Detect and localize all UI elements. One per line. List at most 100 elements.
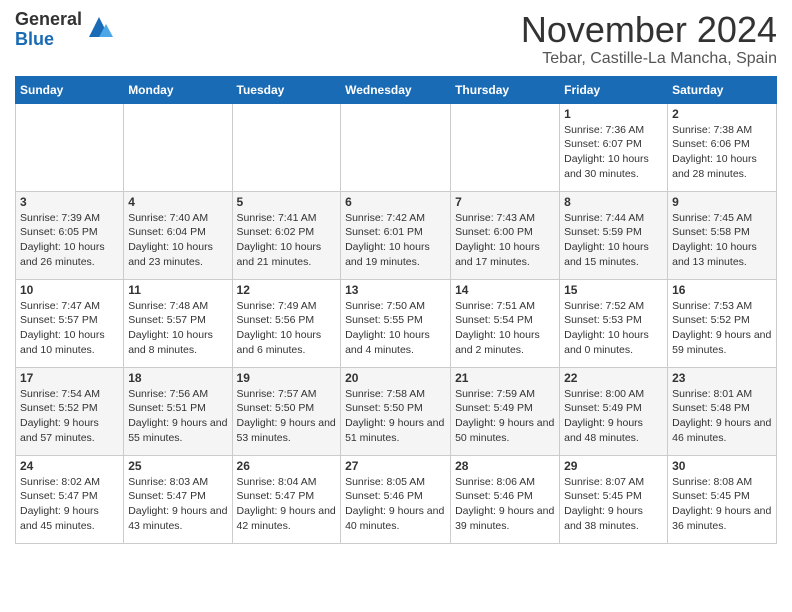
day-number: 15 (564, 283, 663, 297)
day-info: Sunrise: 8:00 AMSunset: 5:49 PMDaylight:… (564, 387, 663, 446)
calendar-cell: 25Sunrise: 8:03 AMSunset: 5:47 PMDayligh… (124, 455, 232, 543)
calendar-cell: 24Sunrise: 8:02 AMSunset: 5:47 PMDayligh… (16, 455, 124, 543)
day-number: 25 (128, 459, 227, 473)
day-info: Sunrise: 7:58 AMSunset: 5:50 PMDaylight:… (345, 387, 446, 446)
day-number: 8 (564, 195, 663, 209)
title-area: November 2024 Tebar, Castille-La Mancha,… (521, 10, 777, 68)
day-number: 27 (345, 459, 446, 473)
calendar-cell (341, 103, 451, 191)
calendar-table: SundayMondayTuesdayWednesdayThursdayFrid… (15, 76, 777, 544)
day-number: 9 (672, 195, 772, 209)
day-info: Sunrise: 8:01 AMSunset: 5:48 PMDaylight:… (672, 387, 772, 446)
calendar-cell: 19 Sunrise: 7:57 AMSunset: 5:50 PMDayligh… (232, 367, 341, 455)
day-info: Sunrise: 7:57 AMSunset: 5:50 PMDaylight:… (237, 387, 337, 446)
day-info: Sunrise: 7:51 AMSunset: 5:54 PMDaylight:… (455, 299, 555, 358)
calendar-cell: 17Sunrise: 7:54 AMSunset: 5:52 PMDayligh… (16, 367, 124, 455)
calendar-cell: 18 Sunrise: 7:56 AMSunset: 5:51 PMDayligh… (124, 367, 232, 455)
day-info: Sunrise: 7:48 AMSunset: 5:57 PMDaylight:… (128, 299, 227, 358)
day-number: 26 (237, 459, 337, 473)
weekday-header-friday: Friday (560, 76, 668, 103)
day-info: Sunrise: 7:39 AMSunset: 6:05 PMDaylight:… (20, 211, 119, 270)
calendar-cell: 13 Sunrise: 7:50 AMSunset: 5:55 PMDayligh… (341, 279, 451, 367)
day-info: Sunrise: 7:50 AMSunset: 5:55 PMDaylight:… (345, 299, 446, 358)
week-row-1: 3 Sunrise: 7:39 AMSunset: 6:05 PMDaylight… (16, 191, 777, 279)
calendar-cell (232, 103, 341, 191)
calendar-cell: 3 Sunrise: 7:39 AMSunset: 6:05 PMDaylight… (16, 191, 124, 279)
calendar-cell: 27 Sunrise: 8:05 AMSunset: 5:46 PMDayligh… (341, 455, 451, 543)
day-number: 29 (564, 459, 663, 473)
day-info: Sunrise: 8:04 AMSunset: 5:47 PMDaylight:… (237, 475, 337, 534)
calendar-cell: 15 Sunrise: 7:52 AMSunset: 5:53 PMDayligh… (560, 279, 668, 367)
calendar-cell: 7 Sunrise: 7:43 AMSunset: 6:00 PMDaylight… (451, 191, 560, 279)
week-row-2: 10 Sunrise: 7:47 AMSunset: 5:57 PMDayligh… (16, 279, 777, 367)
day-info: Sunrise: 7:54 AMSunset: 5:52 PMDaylight:… (20, 387, 119, 446)
day-number: 4 (128, 195, 227, 209)
calendar-cell (124, 103, 232, 191)
calendar-cell: 12Sunrise: 7:49 AMSunset: 5:56 PMDayligh… (232, 279, 341, 367)
calendar-cell: 21 Sunrise: 7:59 AMSunset: 5:49 PMDayligh… (451, 367, 560, 455)
day-info: Sunrise: 7:59 AMSunset: 5:49 PMDaylight:… (455, 387, 555, 446)
day-number: 23 (672, 371, 772, 385)
location-title: Tebar, Castille-La Mancha, Spain (521, 50, 777, 68)
logo-icon (84, 12, 114, 42)
day-info: Sunrise: 7:53 AMSunset: 5:52 PMDaylight:… (672, 299, 772, 358)
day-info: Sunrise: 7:36 AMSunset: 6:07 PMDaylight:… (564, 123, 663, 182)
day-number: 13 (345, 283, 446, 297)
calendar-cell: 28Sunrise: 8:06 AMSunset: 5:46 PMDayligh… (451, 455, 560, 543)
weekday-header-monday: Monday (124, 76, 232, 103)
weekday-header-saturday: Saturday (668, 76, 777, 103)
day-info: Sunrise: 7:43 AMSunset: 6:00 PMDaylight:… (455, 211, 555, 270)
day-number: 10 (20, 283, 119, 297)
day-number: 18 (128, 371, 227, 385)
day-info: Sunrise: 7:44 AMSunset: 5:59 PMDaylight:… (564, 211, 663, 270)
calendar-cell: 1 Sunrise: 7:36 AMSunset: 6:07 PMDaylight… (560, 103, 668, 191)
calendar-cell: 5 Sunrise: 7:41 AMSunset: 6:02 PMDaylight… (232, 191, 341, 279)
day-number: 6 (345, 195, 446, 209)
calendar-cell: 6Sunrise: 7:42 AMSunset: 6:01 PMDaylight… (341, 191, 451, 279)
weekday-header-thursday: Thursday (451, 76, 560, 103)
month-title: November 2024 (521, 10, 777, 50)
calendar-cell (16, 103, 124, 191)
weekday-header-wednesday: Wednesday (341, 76, 451, 103)
day-number: 19 (237, 371, 337, 385)
day-info: Sunrise: 8:08 AMSunset: 5:45 PMDaylight:… (672, 475, 772, 534)
day-number: 11 (128, 283, 227, 297)
calendar-cell: 9 Sunrise: 7:45 AMSunset: 5:58 PMDaylight… (668, 191, 777, 279)
day-number: 1 (564, 107, 663, 121)
calendar-cell: 22 Sunrise: 8:00 AMSunset: 5:49 PMDayligh… (560, 367, 668, 455)
day-info: Sunrise: 7:45 AMSunset: 5:58 PMDaylight:… (672, 211, 772, 270)
day-number: 22 (564, 371, 663, 385)
day-info: Sunrise: 7:49 AMSunset: 5:56 PMDaylight:… (237, 299, 337, 358)
day-info: Sunrise: 7:56 AMSunset: 5:51 PMDaylight:… (128, 387, 227, 446)
calendar-cell: 10 Sunrise: 7:47 AMSunset: 5:57 PMDayligh… (16, 279, 124, 367)
calendar-cell: 11 Sunrise: 7:48 AMSunset: 5:57 PMDayligh… (124, 279, 232, 367)
day-info: Sunrise: 7:38 AMSunset: 6:06 PMDaylight:… (672, 123, 772, 182)
week-row-3: 17Sunrise: 7:54 AMSunset: 5:52 PMDayligh… (16, 367, 777, 455)
day-number: 5 (237, 195, 337, 209)
calendar-cell: 26 Sunrise: 8:04 AMSunset: 5:47 PMDayligh… (232, 455, 341, 543)
calendar-cell: 2Sunrise: 7:38 AMSunset: 6:06 PMDaylight… (668, 103, 777, 191)
calendar-cell: 16 Sunrise: 7:53 AMSunset: 5:52 PMDayligh… (668, 279, 777, 367)
calendar-cell: 14 Sunrise: 7:51 AMSunset: 5:54 PMDayligh… (451, 279, 560, 367)
day-info: Sunrise: 7:40 AMSunset: 6:04 PMDaylight:… (128, 211, 227, 270)
day-info: Sunrise: 7:41 AMSunset: 6:02 PMDaylight:… (237, 211, 337, 270)
day-number: 14 (455, 283, 555, 297)
logo: General Blue (15, 10, 114, 50)
day-number: 21 (455, 371, 555, 385)
day-info: Sunrise: 8:06 AMSunset: 5:46 PMDaylight:… (455, 475, 555, 534)
day-number: 3 (20, 195, 119, 209)
calendar-cell: 29 Sunrise: 8:07 AMSunset: 5:45 PMDayligh… (560, 455, 668, 543)
day-info: Sunrise: 8:05 AMSunset: 5:46 PMDaylight:… (345, 475, 446, 534)
header: General Blue November 2024 Tebar, Castil… (15, 10, 777, 68)
calendar-cell: 30Sunrise: 8:08 AMSunset: 5:45 PMDayligh… (668, 455, 777, 543)
day-number: 16 (672, 283, 772, 297)
weekday-header-sunday: Sunday (16, 76, 124, 103)
day-info: Sunrise: 7:47 AMSunset: 5:57 PMDaylight:… (20, 299, 119, 358)
day-info: Sunrise: 8:07 AMSunset: 5:45 PMDaylight:… (564, 475, 663, 534)
weekday-header-tuesday: Tuesday (232, 76, 341, 103)
calendar-cell: 23 Sunrise: 8:01 AMSunset: 5:48 PMDayligh… (668, 367, 777, 455)
week-row-0: 1 Sunrise: 7:36 AMSunset: 6:07 PMDaylight… (16, 103, 777, 191)
day-info: Sunrise: 7:52 AMSunset: 5:53 PMDaylight:… (564, 299, 663, 358)
day-number: 7 (455, 195, 555, 209)
week-row-4: 24Sunrise: 8:02 AMSunset: 5:47 PMDayligh… (16, 455, 777, 543)
